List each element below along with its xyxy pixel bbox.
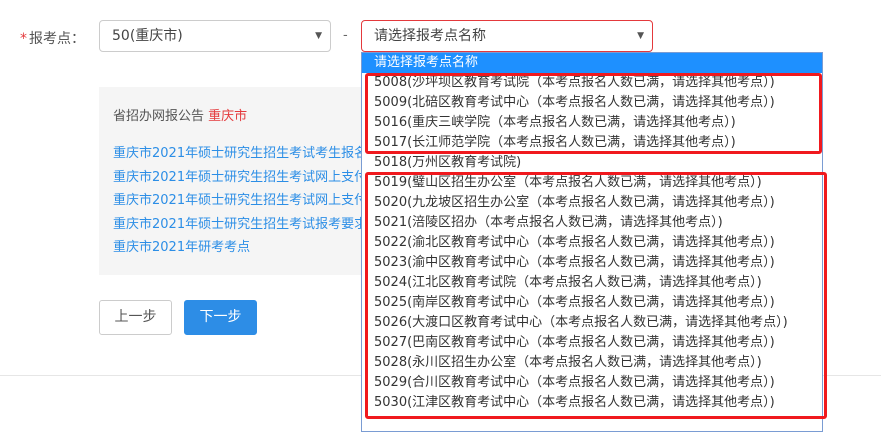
dropdown-option[interactable]: 5022(渝北区教育考试中心（本考点报名人数已满，请选择其他考点）) (362, 233, 822, 253)
separator-dash: - (343, 28, 348, 43)
province-select[interactable]: 50(重庆市) ▼ (99, 20, 331, 52)
dropdown-option[interactable]: 5027(巴南区教育考试中心（本考点报名人数已满，请选择其他考点）) (362, 333, 822, 353)
exam-site-select[interactable]: 请选择报考点名称 ▼ (361, 20, 653, 52)
dropdown-option[interactable]: 请选择报考点名称 (362, 53, 822, 73)
dropdown-option[interactable]: 5019(璧山区招生办公室（本考点报名人数已满，请选择其他考点）) (362, 173, 822, 193)
announcement-link[interactable]: 重庆市2021年硕士研究生招生考试考生报名须知 (113, 142, 369, 166)
dropdown-option[interactable]: 5021(涪陵区招办（本考点报名人数已满，请选择其他考点）) (362, 213, 822, 233)
exam-site-select-value: 请选择报考点名称 (374, 28, 486, 44)
dropdown-option[interactable]: 5008(沙坪坝区教育考试院（本考点报名人数已满，请选择其他考点）) (362, 73, 822, 93)
announcement-link[interactable]: 重庆市2021年硕士研究生招生考试网上支付常见问题 (113, 189, 369, 213)
announcement-panel: 省招办网报公告 重庆市 重庆市2021年硕士研究生招生考试考生报名须知 重庆市2… (99, 87, 369, 275)
panel-title: 省招办网报公告 重庆市 (113, 105, 355, 124)
dropdown-option[interactable]: 5030(江津区教育考试中心（本考点报名人数已满，请选择其他考点）) (362, 393, 822, 413)
announcement-link[interactable]: 重庆市2021年硕士研究生招生考试网上支付说明 (113, 166, 369, 190)
dropdown-option[interactable]: 5028(永川区招生办公室（本考点报名人数已满，请选择其他考点）) (362, 353, 822, 373)
dropdown-option[interactable]: 5029(合川区教育考试中心（本考点报名人数已满，请选择其他考点）) (362, 373, 822, 393)
dropdown-option[interactable]: 5018(万州区教育考试院) (362, 153, 822, 173)
next-step-button[interactable]: 下一步 (184, 300, 257, 335)
dropdown-option[interactable]: 5016(重庆三峡学院（本考点报名人数已满，请选择其他考点）) (362, 113, 822, 133)
dropdown-option[interactable]: 5023(渝中区教育考试中心（本考点报名人数已满，请选择其他考点）) (362, 253, 822, 273)
dropdown-option[interactable]: 5024(江北区教育考试院（本考点报名人数已满，请选择其他考点）) (362, 273, 822, 293)
panel-title-text: 省招办网报公告 (113, 109, 205, 124)
dropdown-option[interactable]: 5009(北碚区教育考试中心（本考点报名人数已满，请选择其他考点）) (362, 93, 822, 113)
dropdown-option[interactable]: 5026(大渡口区教育考试中心（本考点报名人数已满，请选择其他考点）) (362, 313, 822, 333)
dropdown-option[interactable]: 5025(南岸区教育考试中心（本考点报名人数已满，请选择其他考点）) (362, 293, 822, 313)
chevron-down-icon: ▼ (315, 31, 322, 41)
announcement-link[interactable]: 重庆市2021年研考考点 (113, 236, 355, 260)
label-text: 报考点： (29, 31, 85, 47)
exam-site-dropdown-list[interactable]: 请选择报考点名称 5008(沙坪坝区教育考试院（本考点报名人数已满，请选择其他考点… (361, 52, 823, 432)
required-mark: * (20, 31, 27, 47)
announcement-link[interactable]: 重庆市2021年硕士研究生招生考试报考要求 (113, 213, 367, 237)
province-select-value: 50(重庆市) (112, 28, 183, 44)
dropdown-option[interactable]: 5020(九龙坡区招生办公室（本考点报名人数已满，请选择其他考点）) (362, 193, 822, 213)
field-label: * 报考点： (20, 28, 85, 48)
prev-step-button[interactable]: 上一步 (99, 300, 172, 335)
dropdown-option[interactable]: 5017(长江师范学院（本考点报名人数已满，请选择其他考点）) (362, 133, 822, 153)
chevron-down-icon: ▼ (637, 31, 644, 41)
panel-city: 重庆市 (208, 109, 248, 124)
